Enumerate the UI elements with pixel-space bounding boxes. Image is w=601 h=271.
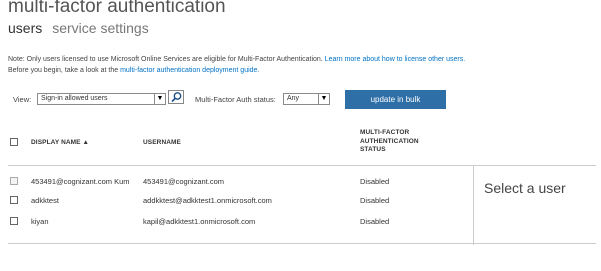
- view-select-value: Sign-in allowed users: [41, 95, 108, 102]
- select-user-prompt: Select a user: [484, 180, 566, 196]
- select-all-checkbox[interactable]: [10, 138, 18, 146]
- row-checkbox[interactable]: [10, 217, 18, 225]
- column-display-name[interactable]: DISPLAY NAME ▲: [31, 139, 89, 148]
- tab-service-settings[interactable]: service settings: [52, 20, 148, 36]
- deployment-guide-link[interactable]: multi-factor authentication deployment g…: [120, 67, 259, 74]
- view-label: View:: [13, 95, 32, 104]
- view-select[interactable]: Sign-in allowed users ▼: [37, 93, 166, 105]
- cell-display-name: 453491@cognizant.com Kum: [31, 177, 130, 186]
- tab-users[interactable]: users: [8, 20, 42, 36]
- cell-username: addkktest@adkktest1.onmicrosoft.com: [143, 196, 272, 205]
- table-header: DISPLAY NAME ▲ USERNAME MULTI-FACTOR AUT…: [8, 124, 596, 166]
- license-link[interactable]: Learn more about how to license other us…: [325, 56, 465, 63]
- note-text-2: Before you begin, take a look at the: [8, 67, 121, 74]
- cell-status: Disabled: [360, 196, 390, 205]
- column-mfa-status[interactable]: MULTI-FACTOR AUTHENTICATION STATUS: [360, 129, 419, 155]
- chevron-down-icon: ▼: [154, 94, 165, 104]
- cell-username: 453491@cognizant.com: [143, 177, 224, 186]
- cell-status: Disabled: [360, 217, 390, 226]
- status-select-value: Any: [287, 95, 300, 102]
- column-username[interactable]: USERNAME: [143, 139, 181, 148]
- cell-status: Disabled: [360, 177, 390, 186]
- search-button[interactable]: [168, 90, 184, 104]
- status-select[interactable]: Any ▼: [283, 93, 330, 105]
- row-checkbox[interactable]: [10, 196, 18, 204]
- row-checkbox[interactable]: [10, 177, 18, 185]
- update-in-bulk-button[interactable]: update in bulk: [345, 90, 446, 109]
- details-panel: Select a user: [473, 165, 596, 245]
- cell-display-name: adkktest: [31, 196, 59, 205]
- table-divider: [8, 243, 596, 244]
- chevron-down-icon: ▼: [318, 94, 329, 104]
- table-row[interactable]: kiyan kapil@adkktest1.onmicrosoft.com Di…: [8, 210, 473, 232]
- table-row[interactable]: adkktest addkktest@adkktest1.onmicrosoft…: [8, 189, 473, 211]
- status-filter-label: Multi-Factor Auth status:: [195, 95, 276, 104]
- cell-username: kapil@adkktest1.onmicrosoft.com: [143, 217, 256, 226]
- search-icon: [171, 92, 182, 103]
- page-title: multi-factor authentication: [8, 0, 226, 17]
- tab-bar: users service settings: [8, 20, 149, 36]
- note-text-1: Note: Only users licensed to use Microso…: [8, 56, 325, 63]
- cell-display-name: kiyan: [31, 217, 49, 226]
- filter-toolbar: View: Sign-in allowed users ▼ Multi-Fact…: [10, 90, 450, 110]
- license-note: Note: Only users licensed to use Microso…: [8, 54, 465, 76]
